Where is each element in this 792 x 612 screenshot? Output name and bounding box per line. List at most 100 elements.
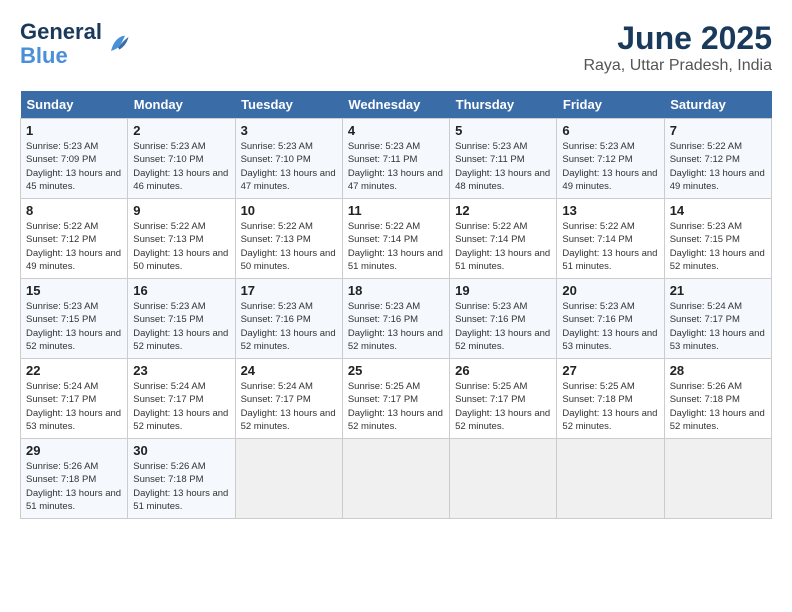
day-info: Sunrise: 5:23 AMSunset: 7:11 PMDaylight:… xyxy=(455,141,550,192)
calendar-cell: 23 Sunrise: 5:24 AMSunset: 7:17 PMDaylig… xyxy=(128,359,235,439)
calendar-cell: 22 Sunrise: 5:24 AMSunset: 7:17 PMDaylig… xyxy=(21,359,128,439)
calendar-cell: 1 Sunrise: 5:23 AMSunset: 7:09 PMDayligh… xyxy=(21,119,128,199)
calendar-cell: 2 Sunrise: 5:23 AMSunset: 7:10 PMDayligh… xyxy=(128,119,235,199)
day-info: Sunrise: 5:26 AMSunset: 7:18 PMDaylight:… xyxy=(133,461,228,512)
calendar-cell: 5 Sunrise: 5:23 AMSunset: 7:11 PMDayligh… xyxy=(450,119,557,199)
calendar-cell xyxy=(450,439,557,519)
col-header-sunday: Sunday xyxy=(21,91,128,119)
calendar-cell: 26 Sunrise: 5:25 AMSunset: 7:17 PMDaylig… xyxy=(450,359,557,439)
day-number: 23 xyxy=(133,363,229,378)
day-info: Sunrise: 5:25 AMSunset: 7:18 PMDaylight:… xyxy=(562,381,657,432)
calendar-cell: 30 Sunrise: 5:26 AMSunset: 7:18 PMDaylig… xyxy=(128,439,235,519)
day-number: 12 xyxy=(455,203,551,218)
day-number: 6 xyxy=(562,123,658,138)
calendar-cell: 19 Sunrise: 5:23 AMSunset: 7:16 PMDaylig… xyxy=(450,279,557,359)
day-info: Sunrise: 5:24 AMSunset: 7:17 PMDaylight:… xyxy=(670,301,765,352)
day-info: Sunrise: 5:24 AMSunset: 7:17 PMDaylight:… xyxy=(26,381,121,432)
day-info: Sunrise: 5:23 AMSunset: 7:16 PMDaylight:… xyxy=(348,301,443,352)
day-number: 10 xyxy=(241,203,337,218)
day-info: Sunrise: 5:22 AMSunset: 7:14 PMDaylight:… xyxy=(562,221,657,272)
calendar-cell: 12 Sunrise: 5:22 AMSunset: 7:14 PMDaylig… xyxy=(450,199,557,279)
day-info: Sunrise: 5:26 AMSunset: 7:18 PMDaylight:… xyxy=(26,461,121,512)
calendar-cell xyxy=(235,439,342,519)
day-number: 18 xyxy=(348,283,444,298)
logo: GeneralBlue xyxy=(20,20,132,68)
day-info: Sunrise: 5:24 AMSunset: 7:17 PMDaylight:… xyxy=(133,381,228,432)
day-info: Sunrise: 5:23 AMSunset: 7:12 PMDaylight:… xyxy=(562,141,657,192)
day-info: Sunrise: 5:25 AMSunset: 7:17 PMDaylight:… xyxy=(455,381,550,432)
calendar-cell xyxy=(557,439,664,519)
col-header-tuesday: Tuesday xyxy=(235,91,342,119)
day-info: Sunrise: 5:22 AMSunset: 7:14 PMDaylight:… xyxy=(348,221,443,272)
day-number: 13 xyxy=(562,203,658,218)
day-info: Sunrise: 5:22 AMSunset: 7:13 PMDaylight:… xyxy=(133,221,228,272)
day-info: Sunrise: 5:25 AMSunset: 7:17 PMDaylight:… xyxy=(348,381,443,432)
calendar-cell: 3 Sunrise: 5:23 AMSunset: 7:10 PMDayligh… xyxy=(235,119,342,199)
title-area: June 2025 Raya, Uttar Pradesh, India xyxy=(583,20,772,75)
calendar-cell: 7 Sunrise: 5:22 AMSunset: 7:12 PMDayligh… xyxy=(664,119,771,199)
calendar-cell: 11 Sunrise: 5:22 AMSunset: 7:14 PMDaylig… xyxy=(342,199,449,279)
col-header-friday: Friday xyxy=(557,91,664,119)
calendar-table: SundayMondayTuesdayWednesdayThursdayFrid… xyxy=(20,91,772,519)
calendar-cell xyxy=(342,439,449,519)
calendar-cell: 21 Sunrise: 5:24 AMSunset: 7:17 PMDaylig… xyxy=(664,279,771,359)
calendar-cell: 14 Sunrise: 5:23 AMSunset: 7:15 PMDaylig… xyxy=(664,199,771,279)
calendar-cell: 27 Sunrise: 5:25 AMSunset: 7:18 PMDaylig… xyxy=(557,359,664,439)
calendar-header-row: SundayMondayTuesdayWednesdayThursdayFrid… xyxy=(21,91,772,119)
day-info: Sunrise: 5:23 AMSunset: 7:15 PMDaylight:… xyxy=(670,221,765,272)
header: GeneralBlue June 2025 Raya, Uttar Prades… xyxy=(20,20,772,75)
day-number: 29 xyxy=(26,443,122,458)
logo-icon xyxy=(104,30,132,58)
day-number: 19 xyxy=(455,283,551,298)
day-number: 4 xyxy=(348,123,444,138)
month-title: June 2025 xyxy=(583,20,772,57)
day-number: 15 xyxy=(26,283,122,298)
calendar-week-row: 15 Sunrise: 5:23 AMSunset: 7:15 PMDaylig… xyxy=(21,279,772,359)
day-info: Sunrise: 5:23 AMSunset: 7:11 PMDaylight:… xyxy=(348,141,443,192)
day-number: 9 xyxy=(133,203,229,218)
day-info: Sunrise: 5:23 AMSunset: 7:10 PMDaylight:… xyxy=(241,141,336,192)
day-info: Sunrise: 5:23 AMSunset: 7:16 PMDaylight:… xyxy=(562,301,657,352)
day-number: 2 xyxy=(133,123,229,138)
day-info: Sunrise: 5:22 AMSunset: 7:13 PMDaylight:… xyxy=(241,221,336,272)
calendar-week-row: 22 Sunrise: 5:24 AMSunset: 7:17 PMDaylig… xyxy=(21,359,772,439)
day-info: Sunrise: 5:23 AMSunset: 7:16 PMDaylight:… xyxy=(455,301,550,352)
day-info: Sunrise: 5:24 AMSunset: 7:17 PMDaylight:… xyxy=(241,381,336,432)
calendar-cell: 8 Sunrise: 5:22 AMSunset: 7:12 PMDayligh… xyxy=(21,199,128,279)
day-number: 22 xyxy=(26,363,122,378)
calendar-cell: 17 Sunrise: 5:23 AMSunset: 7:16 PMDaylig… xyxy=(235,279,342,359)
calendar-cell: 6 Sunrise: 5:23 AMSunset: 7:12 PMDayligh… xyxy=(557,119,664,199)
day-number: 30 xyxy=(133,443,229,458)
col-header-thursday: Thursday xyxy=(450,91,557,119)
day-info: Sunrise: 5:22 AMSunset: 7:12 PMDaylight:… xyxy=(670,141,765,192)
day-number: 28 xyxy=(670,363,766,378)
day-number: 20 xyxy=(562,283,658,298)
day-number: 21 xyxy=(670,283,766,298)
calendar-week-row: 1 Sunrise: 5:23 AMSunset: 7:09 PMDayligh… xyxy=(21,119,772,199)
day-number: 8 xyxy=(26,203,122,218)
calendar-cell: 15 Sunrise: 5:23 AMSunset: 7:15 PMDaylig… xyxy=(21,279,128,359)
day-number: 16 xyxy=(133,283,229,298)
calendar-cell: 9 Sunrise: 5:22 AMSunset: 7:13 PMDayligh… xyxy=(128,199,235,279)
calendar-cell: 29 Sunrise: 5:26 AMSunset: 7:18 PMDaylig… xyxy=(21,439,128,519)
day-info: Sunrise: 5:22 AMSunset: 7:14 PMDaylight:… xyxy=(455,221,550,272)
day-info: Sunrise: 5:26 AMSunset: 7:18 PMDaylight:… xyxy=(670,381,765,432)
day-number: 26 xyxy=(455,363,551,378)
day-info: Sunrise: 5:23 AMSunset: 7:16 PMDaylight:… xyxy=(241,301,336,352)
calendar-cell xyxy=(664,439,771,519)
day-number: 14 xyxy=(670,203,766,218)
calendar-cell: 28 Sunrise: 5:26 AMSunset: 7:18 PMDaylig… xyxy=(664,359,771,439)
day-info: Sunrise: 5:23 AMSunset: 7:15 PMDaylight:… xyxy=(133,301,228,352)
col-header-saturday: Saturday xyxy=(664,91,771,119)
calendar-cell: 24 Sunrise: 5:24 AMSunset: 7:17 PMDaylig… xyxy=(235,359,342,439)
calendar-cell: 18 Sunrise: 5:23 AMSunset: 7:16 PMDaylig… xyxy=(342,279,449,359)
day-number: 3 xyxy=(241,123,337,138)
day-info: Sunrise: 5:23 AMSunset: 7:10 PMDaylight:… xyxy=(133,141,228,192)
calendar-week-row: 29 Sunrise: 5:26 AMSunset: 7:18 PMDaylig… xyxy=(21,439,772,519)
calendar-cell: 10 Sunrise: 5:22 AMSunset: 7:13 PMDaylig… xyxy=(235,199,342,279)
day-number: 11 xyxy=(348,203,444,218)
day-number: 5 xyxy=(455,123,551,138)
day-number: 17 xyxy=(241,283,337,298)
calendar-cell: 20 Sunrise: 5:23 AMSunset: 7:16 PMDaylig… xyxy=(557,279,664,359)
day-info: Sunrise: 5:22 AMSunset: 7:12 PMDaylight:… xyxy=(26,221,121,272)
